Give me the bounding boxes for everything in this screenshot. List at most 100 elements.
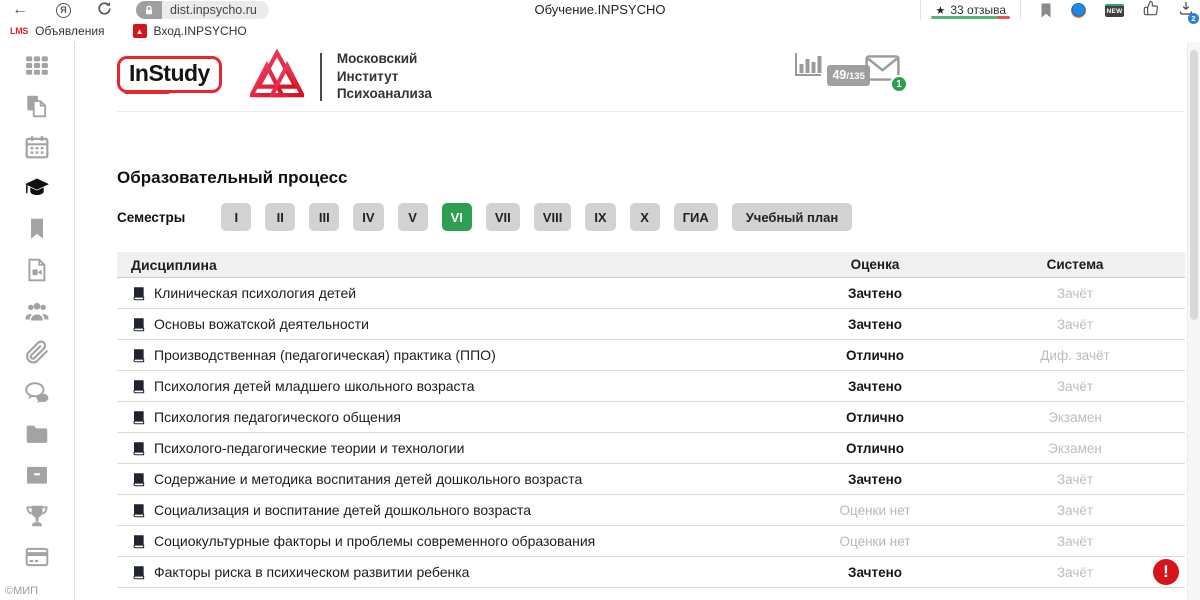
discipline-cell[interactable]: Психология педагогического общения <box>117 409 785 425</box>
discipline-cell[interactable]: Социокультурные факторы и проблемы совре… <box>117 533 785 549</box>
system-cell: Экзамен <box>965 410 1185 425</box>
card-icon[interactable] <box>24 544 50 570</box>
mail-widget[interactable]: 1 <box>865 55 900 86</box>
table-row[interactable]: Содержание и методика воспитания детей д… <box>117 464 1185 495</box>
graduation-cap-icon[interactable] <box>24 175 50 201</box>
discipline-label: Психология детей младшего школьного возр… <box>154 378 475 394</box>
grades-table: Дисциплина Оценка Система Клиническая пс… <box>117 252 1185 588</box>
lock-icon[interactable] <box>136 1 162 19</box>
browser-toolbar: ← Я dist.inpsycho.ru Обучение.INPSYCHO ★… <box>0 0 1200 20</box>
reviews-widget[interactable]: ★ 33 отзыва <box>920 0 1021 20</box>
column-grade: Оценка <box>785 257 965 272</box>
semester-button-V[interactable]: V <box>398 203 428 231</box>
bookmark-item-login[interactable]: ▲ Вход.INPSYCHO <box>133 24 247 38</box>
table-row[interactable]: Социокультурные факторы и проблемы совре… <box>117 526 1185 557</box>
semester-button-IV[interactable]: IV <box>353 203 383 231</box>
bar-chart-icon <box>793 52 823 79</box>
discipline-cell[interactable]: Основы вожатской деятельности <box>117 316 785 332</box>
users-icon[interactable] <box>24 298 50 324</box>
sidebar-footer-label: ©МИП <box>5 585 38 597</box>
table-row[interactable]: Социализация и воспитание детей дошкольн… <box>117 495 1185 526</box>
grade-cell: Отлично <box>785 441 965 456</box>
semester-button-III[interactable]: III <box>309 203 339 231</box>
table-row[interactable]: Психология детей младшего школьного возр… <box>117 371 1185 402</box>
book-icon <box>131 441 146 456</box>
discipline-cell[interactable]: Социализация и воспитание детей дошкольн… <box>117 502 785 518</box>
new-extension-icon[interactable]: NEW <box>1105 4 1124 17</box>
table-row[interactable]: Психолого-педагогические теории и технол… <box>117 433 1185 464</box>
instudy-logo-text: InStudy <box>117 56 222 93</box>
video-file-icon[interactable] <box>24 257 50 283</box>
discipline-label: Социализация и воспитание детей дошкольн… <box>154 502 531 518</box>
thumbs-icon[interactable] <box>1143 0 1159 21</box>
alert-icon[interactable]: ! <box>1153 559 1179 585</box>
trophy-icon[interactable] <box>24 503 50 529</box>
bookmark-icon[interactable] <box>24 216 50 242</box>
system-cell: Диф. зачёт <box>965 348 1185 363</box>
extension-browser-icon[interactable] <box>1071 3 1086 18</box>
semester-buttons: IIIIIIIVVVIVIIVIIIIXXГИАУчебный план <box>221 203 852 231</box>
discipline-cell[interactable]: Психолого-педагогические теории и технол… <box>117 440 785 456</box>
header-divider <box>320 53 322 101</box>
column-discipline: Дисциплина <box>117 257 785 273</box>
site-header: InStudy Мос <box>117 42 1185 112</box>
back-icon[interactable]: ← <box>12 2 28 18</box>
table-row[interactable]: Психология педагогического общенияОтличн… <box>117 402 1185 433</box>
discipline-cell[interactable]: Содержание и методика воспитания детей д… <box>117 471 785 487</box>
system-cell: Зачёт <box>965 565 1185 580</box>
scrollbar-thumb[interactable] <box>1190 50 1198 320</box>
table-row[interactable]: Производственная (педагогическая) практи… <box>117 340 1185 371</box>
discipline-cell[interactable]: Психология детей младшего школьного возр… <box>117 378 785 394</box>
semester-button-Учебный план[interactable]: Учебный план <box>732 203 852 231</box>
book-icon <box>131 317 146 332</box>
bookmarks-bar: LMS Объявления ▲ Вход.INPSYCHO <box>0 20 1200 42</box>
discipline-cell[interactable]: Клиническая психология детей <box>117 285 785 301</box>
grade-cell: Зачтено <box>785 286 965 301</box>
apps-grid-icon[interactable] <box>24 52 50 78</box>
book-icon <box>131 472 146 487</box>
semester-button-VII[interactable]: VII <box>486 203 520 231</box>
scrollbar <box>1187 42 1200 600</box>
paperclip-icon[interactable] <box>24 339 50 365</box>
progress-widget[interactable]: 49/135 <box>793 52 870 86</box>
star-icon: ★ <box>935 4 945 17</box>
semester-button-II[interactable]: II <box>265 203 295 231</box>
table-row[interactable]: Основы вожатской деятельностиЗачтеноЗачё… <box>117 309 1185 340</box>
instudy-logo[interactable]: InStudy <box>117 60 222 94</box>
table-row[interactable]: Клиническая психология детейЗачтеноЗачёт <box>117 278 1185 309</box>
calendar-icon[interactable] <box>24 134 50 160</box>
refresh-icon[interactable] <box>97 1 112 19</box>
bookmark-flag-icon[interactable] <box>1040 3 1052 18</box>
reviews-label: 33 отзыва <box>950 3 1006 17</box>
book-icon <box>131 534 146 549</box>
documents-icon[interactable] <box>24 93 50 119</box>
downloads-count-badge: 2 <box>1188 13 1199 24</box>
discipline-label: Производственная (педагогическая) практи… <box>154 347 496 363</box>
downloads-icon[interactable]: 2 <box>1178 0 1194 21</box>
grade-cell: Отлично <box>785 410 965 425</box>
grades-table-body: Клиническая психология детейЗачтеноЗачёт… <box>117 278 1185 588</box>
grade-cell: Зачтено <box>785 565 965 580</box>
table-row[interactable]: Факторы риска в психическом развитии реб… <box>117 557 1185 588</box>
semester-button-VI[interactable]: VI <box>442 203 472 231</box>
mip-mini-logo-icon: ▲ <box>133 24 147 38</box>
book-icon <box>131 565 146 580</box>
grade-cell: Оценки нет <box>785 503 965 518</box>
grade-cell: Отлично <box>785 348 965 363</box>
semester-filter: Семестры IIIIIIIVVVIVIIVIIIIXXГИАУчебный… <box>117 203 1185 231</box>
url-text[interactable]: dist.inpsycho.ru <box>162 1 269 19</box>
discipline-cell[interactable]: Факторы риска в психическом развитии реб… <box>117 564 785 580</box>
chat-icon[interactable] <box>24 380 50 406</box>
semester-button-VIII[interactable]: VIII <box>534 203 572 231</box>
mail-count-badge: 1 <box>890 75 908 93</box>
bookmark-item-announcements[interactable]: LMS Объявления <box>10 24 105 38</box>
semester-button-I[interactable]: I <box>221 203 251 231</box>
folder-icon[interactable] <box>24 421 50 447</box>
address-bar[interactable]: dist.inpsycho.ru <box>136 1 269 19</box>
semester-button-ГИА[interactable]: ГИА <box>674 203 718 231</box>
semester-button-X[interactable]: X <box>630 203 660 231</box>
archive-icon[interactable] <box>24 462 50 488</box>
semester-button-IX[interactable]: IX <box>585 203 615 231</box>
discipline-cell[interactable]: Производственная (педагогическая) практи… <box>117 347 785 363</box>
yandex-icon[interactable]: Я <box>56 3 71 18</box>
